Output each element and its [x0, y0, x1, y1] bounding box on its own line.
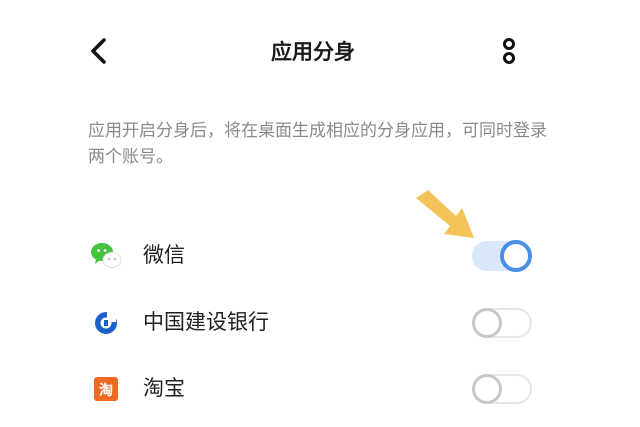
clone-toggle-ccb[interactable]	[472, 308, 532, 338]
page-title: 应用分身	[271, 40, 355, 64]
svg-text:淘: 淘	[99, 382, 113, 399]
app-row-ccb: 中国建设银行	[0, 297, 640, 349]
more-options-button[interactable]	[497, 37, 521, 69]
app-name: 微信	[143, 243, 185, 267]
ccb-icon	[90, 307, 122, 339]
taobao-icon: 淘	[90, 373, 122, 405]
app-row-taobao: 淘 淘宝	[0, 363, 640, 415]
toggle-knob	[472, 374, 502, 404]
wechat-icon	[90, 240, 122, 272]
more-vertical-icon	[503, 38, 515, 64]
annotation-arrow-icon	[416, 190, 474, 238]
description-text: 应用开启分身后，将在桌面生成相应的分身应用，可同时登录两个账号。	[88, 121, 547, 167]
app-name: 淘宝	[143, 376, 185, 400]
toggle-knob	[472, 308, 502, 338]
toggle-knob	[500, 240, 532, 272]
header: 应用分身	[0, 0, 640, 100]
app-name: 中国建设银行	[143, 310, 269, 334]
clone-toggle-taobao[interactable]	[472, 374, 532, 404]
app-row-wechat: 微信	[0, 230, 640, 282]
